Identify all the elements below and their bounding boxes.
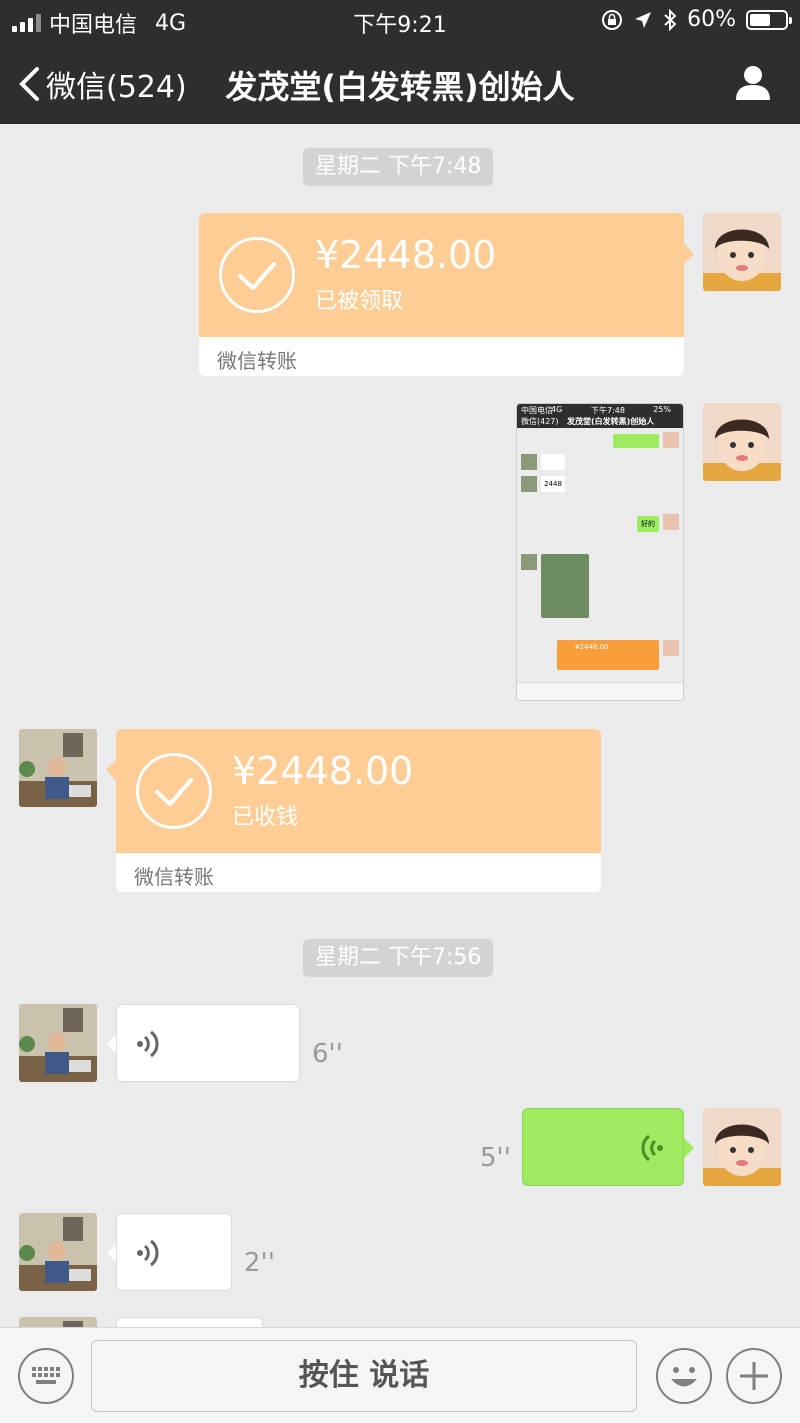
location-arrow-icon: [635, 11, 652, 28]
thumb-transfer-amount: ¥2448.00: [557, 640, 659, 670]
bubble-tail: [106, 760, 116, 780]
voice-wave-icon: [641, 1134, 663, 1162]
battery-percent: 60%: [687, 7, 736, 32]
keyboard-toggle-button[interactable]: [18, 1348, 74, 1404]
thumb-amount-text: 2448: [541, 476, 565, 492]
avatar-me[interactable]: [703, 403, 781, 481]
voice-wave-icon: [137, 1239, 159, 1267]
bluetooth-icon: [664, 8, 677, 31]
transfer-footer: 微信转账: [217, 349, 297, 373]
hold-to-talk-button[interactable]: 按住 说话: [91, 1340, 637, 1412]
transfer-card-sent[interactable]: ¥2448.00 已被领取 微信转账: [199, 213, 684, 376]
keyboard-icon: [32, 1367, 60, 1384]
thumb-back-label: 微信(427): [521, 417, 559, 426]
voice-wave-icon: [137, 1030, 159, 1058]
chat-area[interactable]: 星期二 下午7:48 ¥2448.00 已被领取 微信转账 中国电信 4G 下午…: [0, 124, 800, 1327]
thumb-title: 发茂堂(白发转黑)创始人: [567, 417, 655, 426]
bubble-tail: [684, 1138, 694, 1158]
voice-duration: 6'': [312, 1039, 343, 1069]
transfer-amount: ¥2448.00: [232, 749, 414, 793]
transfer-footer: 微信转账: [134, 865, 214, 889]
avatar-contact[interactable]: [19, 1213, 97, 1291]
avatar-contact[interactable]: [19, 729, 97, 807]
checkmark-icon: [136, 753, 212, 829]
voice-duration: 5'': [480, 1143, 511, 1173]
back-button[interactable]: 微信(524): [18, 62, 187, 106]
transfer-amount: ¥2448.00: [315, 233, 497, 277]
timestamp: 星期二 下午7:48: [303, 148, 494, 186]
transfer-status: 已被领取: [315, 289, 404, 314]
avatar-contact[interactable]: [19, 1004, 97, 1082]
voice-message[interactable]: [116, 1004, 300, 1082]
thumb-status-time: 下午7:48: [591, 406, 625, 415]
transfer-status: 已收钱: [232, 805, 299, 830]
emoji-button[interactable]: [656, 1348, 712, 1404]
thumb-ok-text: 好的: [637, 516, 659, 532]
thumb-network: 4G: [551, 405, 563, 414]
voice-message[interactable]: [116, 1317, 263, 1327]
avatar-me[interactable]: [703, 213, 781, 291]
status-bar: 中国电信 4G 下午9:21 60%: [0, 0, 800, 40]
nav-bar: 微信(524) 发茂堂(白发转黑)创始人: [0, 40, 800, 124]
voice-message-sent[interactable]: [522, 1108, 684, 1186]
bubble-tail: [684, 244, 694, 264]
plus-icon: [740, 1362, 768, 1390]
timestamp: 星期二 下午7:56: [303, 939, 494, 977]
more-button[interactable]: [726, 1348, 782, 1404]
voice-duration: 2'': [244, 1248, 275, 1278]
smiley-icon: [671, 1367, 697, 1387]
thumb-carrier: 中国电信: [521, 406, 553, 415]
image-message[interactable]: 中国电信 4G 下午7:48 25% 微信(427) 发茂堂(白发转黑)创始人 …: [516, 403, 684, 701]
back-label: 微信(524): [46, 70, 187, 105]
profile-button[interactable]: [734, 64, 772, 104]
input-bar: 按住 说话: [0, 1327, 800, 1423]
checkmark-icon: [219, 237, 295, 313]
avatar-contact[interactable]: [19, 1317, 97, 1327]
rotation-lock-icon: [602, 9, 623, 30]
person-icon: [736, 66, 770, 100]
chevron-left-icon: [19, 67, 39, 101]
transfer-card-received[interactable]: ¥2448.00 已收钱 微信转账: [116, 729, 601, 892]
avatar-me[interactable]: [703, 1108, 781, 1186]
status-right: 60%: [601, 7, 792, 32]
thumb-battery: 25%: [653, 405, 671, 414]
battery-icon: [746, 9, 792, 30]
voice-message[interactable]: [116, 1213, 232, 1291]
